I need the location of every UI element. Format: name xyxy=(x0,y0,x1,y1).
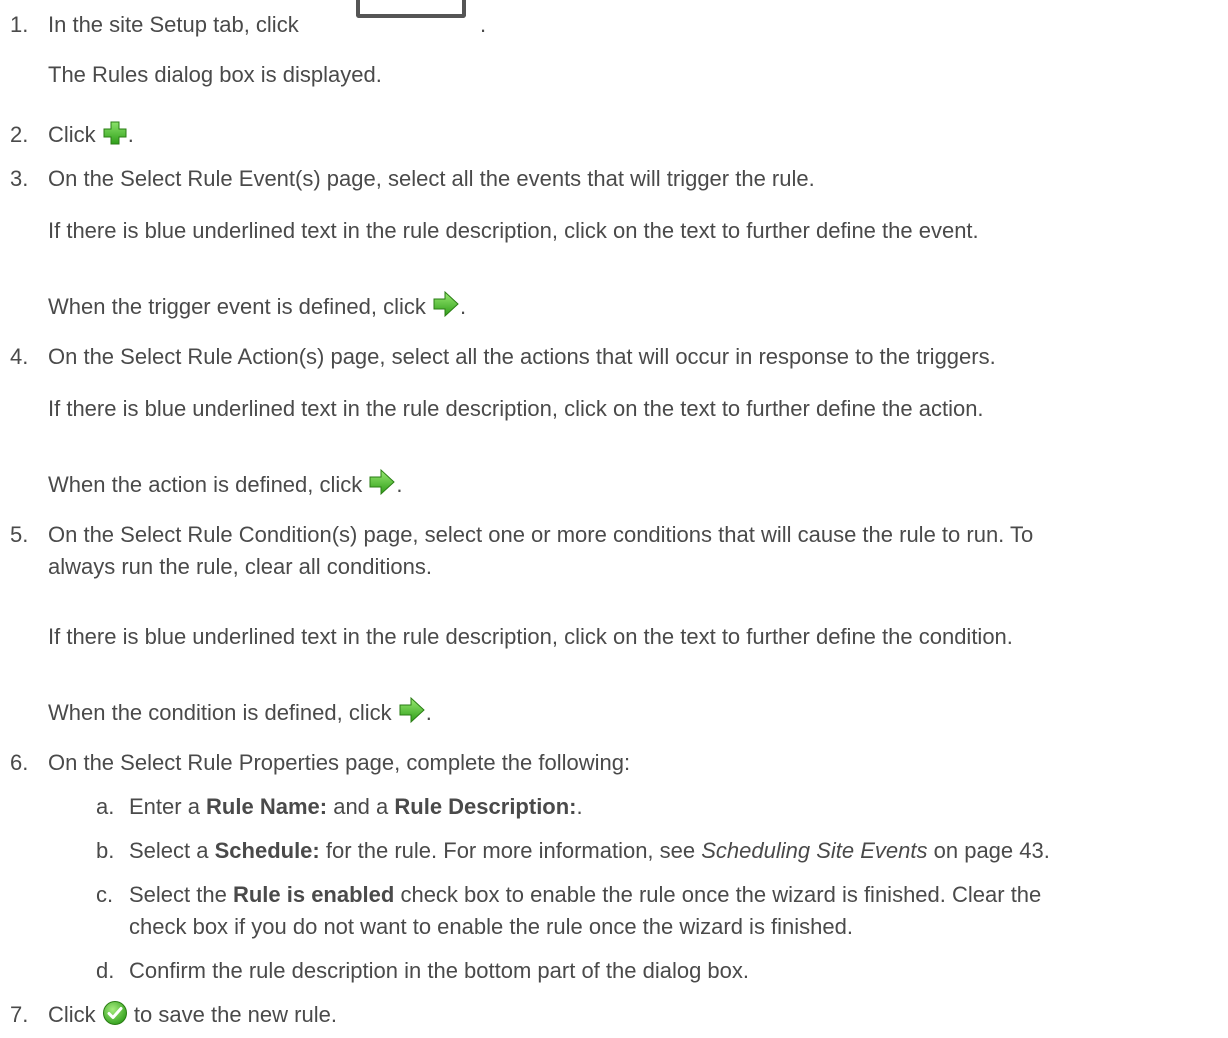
step-text: On the Select Rule Action(s) page, selec… xyxy=(48,344,996,369)
step-number: 5. xyxy=(10,522,29,547)
step-number: 3. xyxy=(10,166,29,191)
step-note-2-end: . xyxy=(396,472,403,497)
substep-text: on page 43. xyxy=(927,838,1050,863)
step-number: 1. xyxy=(10,12,29,37)
step-note-2: When the action is defined, click xyxy=(48,472,363,497)
substep-text: for the rule. For more information, see xyxy=(319,838,702,863)
step-text: In the site Setup tab, click xyxy=(48,12,299,37)
step-note-2-end: . xyxy=(459,294,467,319)
step-2: 2. Click . xyxy=(10,120,1220,154)
rules-toolbar-button[interactable] xyxy=(356,0,466,18)
substep-letter: a. xyxy=(96,794,115,819)
step-text-end: to save the new rule. xyxy=(133,1002,337,1027)
field-name-rule-description: Rule Description: xyxy=(394,794,577,819)
step-text: On the Select Rule Properties page, comp… xyxy=(48,750,631,775)
step-number: 4. xyxy=(10,344,29,369)
step-note: If there is blue underlined text in the … xyxy=(48,624,1013,649)
substep-text: check box to enable the rule once the wi… xyxy=(394,882,1042,907)
substep-c: c. Select the Rule is enabled check box … xyxy=(96,880,1220,946)
step-text-line-2: always run the rule, clear all condition… xyxy=(48,554,432,579)
green-arrow-right-icon[interactable] xyxy=(432,290,460,326)
substep-text: Select a xyxy=(129,838,215,863)
field-name-schedule: Schedule: xyxy=(214,838,320,863)
step-7: 7. Click to save the new rule. xyxy=(10,1000,1220,1034)
substep-a: a. Enter a Rule Name: and a Rule Descrip… xyxy=(96,792,1220,826)
step-5: 5. On the Select Rule Condition(s) page,… xyxy=(10,520,1220,725)
step-1: 1. In the site Setup tab, click . The Ru… xyxy=(10,0,1220,90)
step-text: Click xyxy=(48,1002,96,1027)
step-note-2: When the condition is defined, click xyxy=(48,700,392,725)
substep-letter: b. xyxy=(96,838,115,863)
substep-b: b. Select a Schedule: for the rule. For … xyxy=(96,836,1220,870)
step-note: If there is blue underlined text in the … xyxy=(48,218,979,243)
substep-letter: d. xyxy=(96,958,115,983)
step-4: 4. On the Select Rule Action(s) page, se… xyxy=(10,342,1220,512)
green-arrow-right-icon[interactable] xyxy=(368,468,396,504)
substep-text: . xyxy=(576,794,583,819)
substep-d: d. Confirm the rule description in the b… xyxy=(96,956,1220,990)
step-number: 2. xyxy=(10,122,29,147)
field-name-rule-is-enabled: Rule is enabled xyxy=(232,882,395,907)
substep-text: Select the xyxy=(129,882,233,907)
step-3: 3. On the Select Rule Event(s) page, sel… xyxy=(10,164,1220,334)
step-text-end: . xyxy=(480,12,487,37)
substep-text: Enter a xyxy=(129,794,207,819)
substep-letter: c. xyxy=(96,882,114,907)
step-6: 6. On the Select Rule Properties page, c… xyxy=(10,748,1220,782)
cross-reference-link[interactable]: Scheduling Site Events xyxy=(701,838,927,863)
step-text-end: . xyxy=(127,122,134,147)
substep-text: Confirm the rule description in the bott… xyxy=(129,958,750,983)
step-note: The Rules dialog box is displayed. xyxy=(48,62,382,87)
step-number: 6. xyxy=(10,750,29,775)
field-name-rule-name: Rule Name: xyxy=(206,794,328,819)
step-note-2: When the trigger event is defined, click xyxy=(48,294,426,319)
green-arrow-right-icon[interactable] xyxy=(398,696,426,732)
step-note: If there is blue underlined text in the … xyxy=(48,396,984,421)
substep-text-line-2: check box if you do not want to enable t… xyxy=(129,914,853,939)
green-plus-icon[interactable] xyxy=(102,120,128,154)
step-text: On the Select Rule Event(s) page, select… xyxy=(48,166,815,191)
step-text-line-1: On the Select Rule Condition(s) page, se… xyxy=(48,522,1034,547)
step-text: Click xyxy=(48,122,96,147)
step-number: 7. xyxy=(10,1002,29,1027)
substep-text: and a xyxy=(327,794,395,819)
step-note-2-end: . xyxy=(425,700,432,725)
green-checkmark-icon[interactable] xyxy=(102,1000,128,1034)
